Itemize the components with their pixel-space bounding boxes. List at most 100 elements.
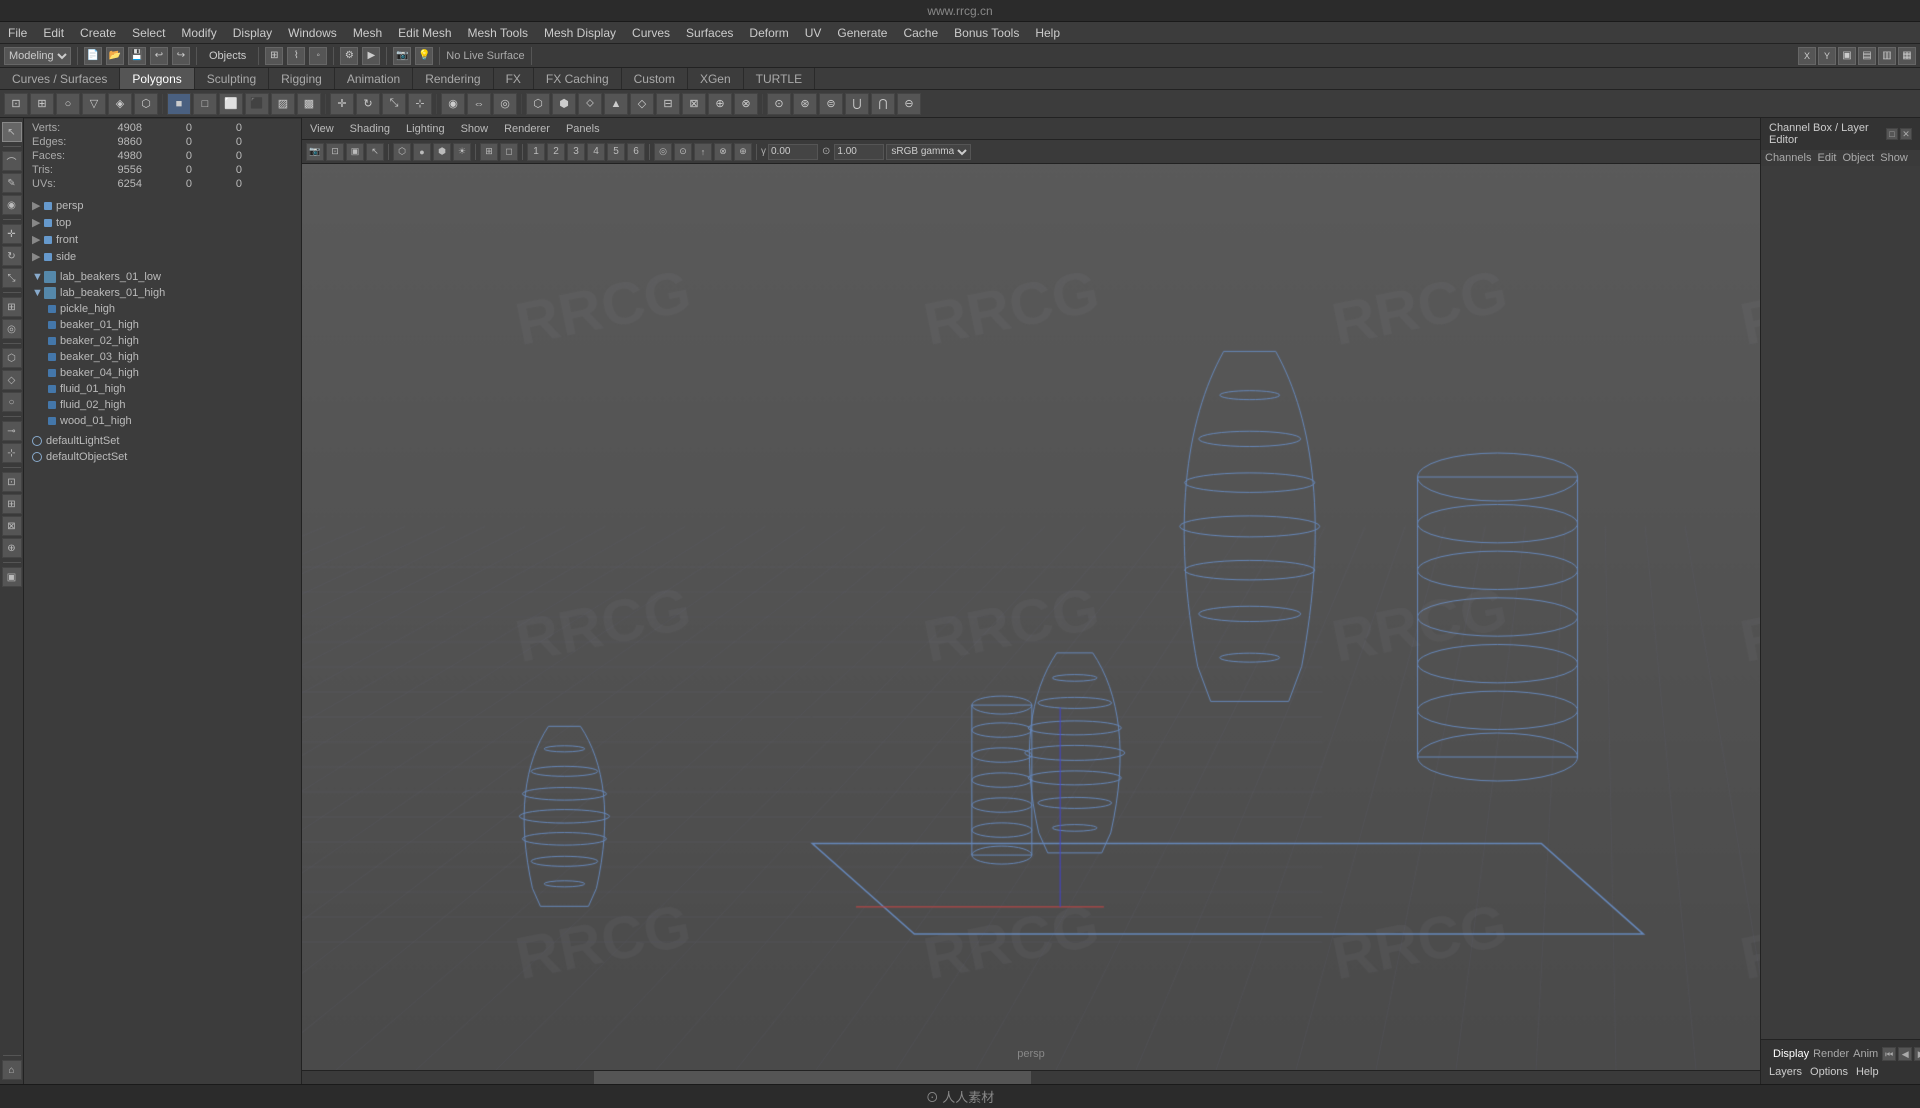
layer-tab-anim[interactable]: Anim [1853,1048,1878,1060]
vp-panels-menu[interactable]: Panels [558,121,608,137]
tab-turtle[interactable]: TURTLE [744,68,815,89]
outliner-lab-beakers-low[interactable]: ▼ lab_beakers_01_low [24,269,301,285]
outliner-lab-beakers-high[interactable]: ▼ lab_beakers_01_high [24,285,301,301]
menu-display[interactable]: Display [225,24,280,42]
home-icon[interactable]: ⌂ [2,1060,22,1080]
vp-show-menu[interactable]: Show [453,121,497,137]
menu-edit[interactable]: Edit [35,24,72,42]
outliner-persp[interactable]: ▶ persp [24,197,301,214]
gamma-input[interactable] [768,144,818,160]
render-settings-icon[interactable]: ⚙ [340,47,358,65]
select-all-icon[interactable]: ⊡ [4,93,28,115]
menu-cache[interactable]: Cache [895,24,946,42]
h-scrollbar[interactable] [302,1070,1760,1084]
menu-select[interactable]: Select [124,24,173,42]
menu-curves[interactable]: Curves [624,24,678,42]
scale-tool-icon[interactable]: ⤡ [382,93,406,115]
move-tool-icon[interactable]: ✛ [330,93,354,115]
view-layout-3[interactable]: ▥ [1878,47,1896,65]
vp-render-icon[interactable]: ▣ [346,143,364,161]
view-layout-2[interactable]: ▤ [1858,47,1876,65]
outliner-beaker04[interactable]: beaker_04_high [24,365,301,381]
menu-modify[interactable]: Modify [173,24,224,42]
select-component-icon[interactable]: ▽ [82,93,106,115]
display-mode-3[interactable]: ⬜ [219,93,243,115]
measure-icon[interactable]: ⊸ [2,421,22,441]
menu-help[interactable]: Help [1027,24,1068,42]
menu-deform[interactable]: Deform [741,24,796,42]
layer-nav-next[interactable]: ▶ [1914,1047,1920,1061]
open-scene-icon[interactable]: 📂 [106,47,124,65]
vp-image-plane-icon[interactable]: ◻ [500,143,518,161]
cb-object[interactable]: Object [1842,152,1874,164]
exposure-input[interactable] [834,144,884,160]
symmetry-icon[interactable]: ⇔ [467,93,491,115]
blend-icon[interactable]: ⊕ [2,538,22,558]
offset-edge-icon[interactable]: ⊠ [682,93,706,115]
move-icon[interactable]: ✛ [2,224,22,244]
redo-icon[interactable]: ↪ [172,47,190,65]
menu-mesh[interactable]: Mesh [345,24,390,42]
select-paint-icon[interactable]: ◈ [108,93,132,115]
tab-fx-caching[interactable]: FX Caching [534,68,622,89]
display-mode-6[interactable]: ▩ [297,93,321,115]
outliner-side[interactable]: ▶ side [24,248,301,265]
render-region-icon[interactable]: ▣ [2,567,22,587]
vp-textured-icon[interactable]: ⬢ [433,143,451,161]
select-object-icon[interactable]: ○ [56,93,80,115]
weld-icon[interactable]: ⊗ [734,93,758,115]
undo-icon[interactable]: ↩ [150,47,168,65]
snap-curve-icon[interactable]: ⌇ [287,47,305,65]
tab-animation[interactable]: Animation [335,68,413,89]
lattice-icon[interactable]: ⊞ [2,494,22,514]
outliner-beaker01[interactable]: beaker_01_high [24,317,301,333]
vp-select-icon[interactable]: ↖ [366,143,384,161]
outliner-fluid01[interactable]: fluid_01_high [24,381,301,397]
snap-point-icon[interactable]: ◦ [309,47,327,65]
boolean-diff-icon[interactable]: ⋂ [871,93,895,115]
outliner-top[interactable]: ▶ top [24,214,301,231]
outliner-default-object-set[interactable]: defaultObjectSet [24,449,301,465]
outliner-fluid02[interactable]: fluid_02_high [24,397,301,413]
lasso-tool-icon[interactable]: ⌒ [2,151,22,171]
boolean-union-icon[interactable]: ⋃ [845,93,869,115]
channel-box-close-icon[interactable]: ✕ [1900,128,1912,140]
vp-4-icon[interactable]: 4 [587,143,605,161]
cb-show[interactable]: Show [1880,152,1908,164]
menu-windows[interactable]: Windows [280,24,345,42]
vp-renderer-menu[interactable]: Renderer [496,121,558,137]
vp-2-icon[interactable]: 2 [547,143,565,161]
vp-view-menu[interactable]: View [302,121,342,137]
poly-combine-icon[interactable]: ⊛ [793,93,817,115]
view-layout-4[interactable]: ▦ [1898,47,1916,65]
rotate-tool-icon[interactable]: ↻ [356,93,380,115]
menu-mesh-tools[interactable]: Mesh Tools [460,24,536,42]
viewport-canvas[interactable]: persp [302,164,1760,1070]
layer-subtab-options[interactable]: Options [1810,1066,1848,1078]
outliner-beaker02[interactable]: beaker_02_high [24,333,301,349]
bevel-icon[interactable]: ⬢ [552,93,576,115]
vp-3-icon[interactable]: 3 [567,143,585,161]
display-mode-1[interactable]: ■ [167,93,191,115]
mode-selector[interactable]: Modeling [4,47,71,65]
vp-lighting-menu[interactable]: Lighting [398,121,453,137]
vp-uvdistort-icon[interactable]: ⊗ [714,143,732,161]
save-scene-icon[interactable]: 💾 [128,47,146,65]
view-layout-1[interactable]: ▣ [1838,47,1856,65]
xray-icon[interactable]: ◎ [493,93,517,115]
tab-xgen[interactable]: XGen [688,68,744,89]
joint-icon[interactable]: ⊹ [2,443,22,463]
light-icon[interactable]: 💡 [415,47,433,65]
vp-normal-icon[interactable]: ↑ [694,143,712,161]
tab-curves-surfaces[interactable]: Curves / Surfaces [0,68,120,89]
sculpt-icon[interactable]: ◉ [2,195,22,215]
outliner-beaker03[interactable]: beaker_03_high [24,349,301,365]
rotate-icon[interactable]: ↻ [2,246,22,266]
cb-channels[interactable]: Channels [1765,152,1811,164]
vp-crease-icon[interactable]: ⊕ [734,143,752,161]
bridge-icon[interactable]: ⬦ [578,93,602,115]
append-poly-icon[interactable]: ▲ [604,93,628,115]
vp-persp-icon[interactable]: ⊡ [326,143,344,161]
layer-tab-render[interactable]: Render [1813,1048,1849,1060]
transform-icon[interactable]: ⊹ [408,93,432,115]
